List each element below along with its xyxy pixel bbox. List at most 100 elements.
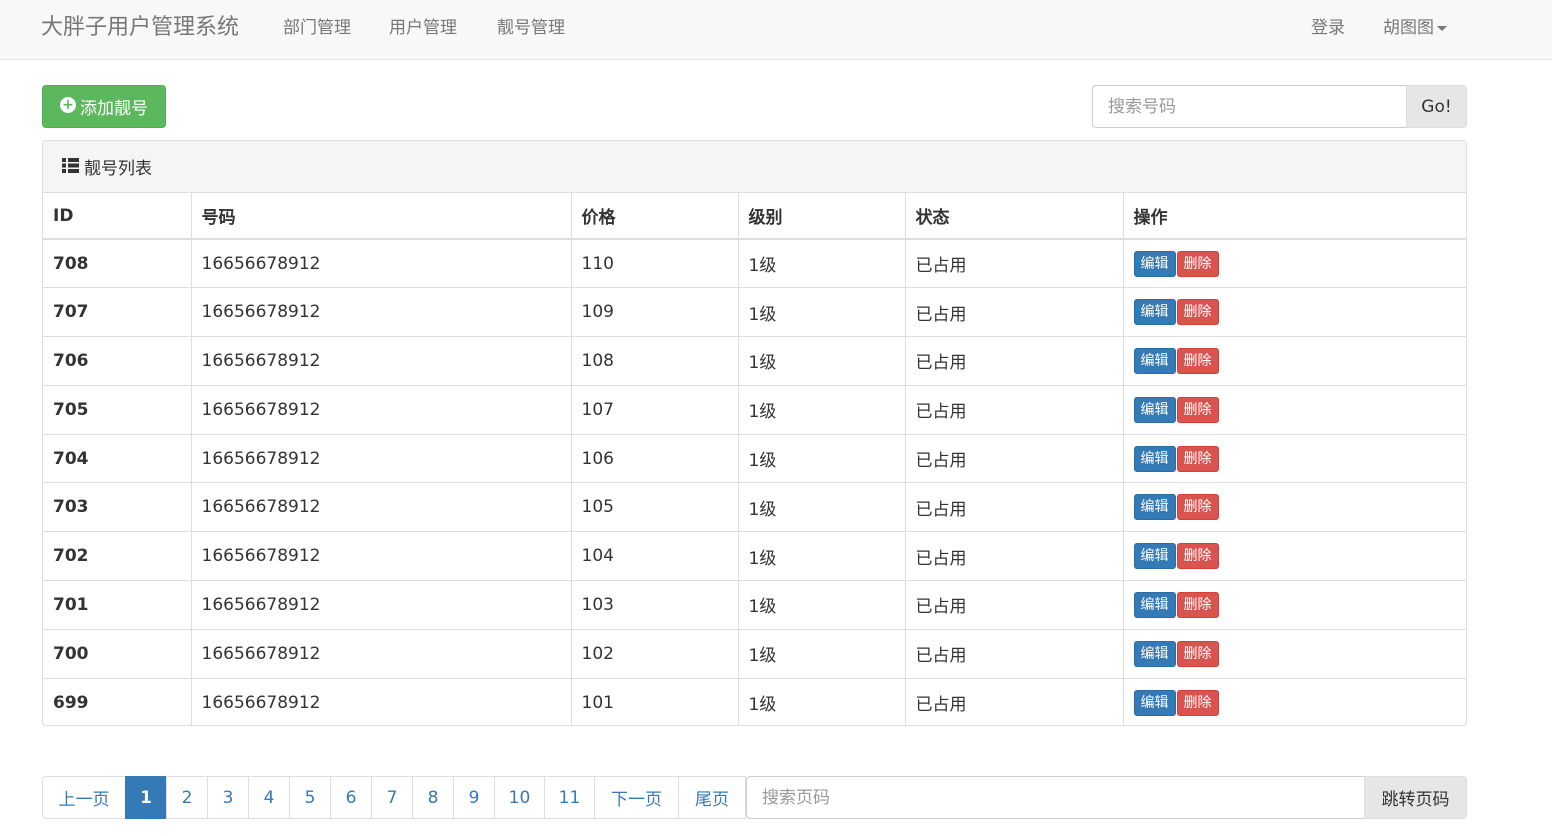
page-number-8[interactable]: 8 bbox=[412, 776, 454, 819]
user-dropdown[interactable]: 胡图图 bbox=[1383, 17, 1447, 39]
row-id: 699 bbox=[43, 677, 192, 725]
nav-link-pretty-numbers[interactable]: 靓号管理 bbox=[497, 17, 565, 39]
page-number-6[interactable]: 6 bbox=[330, 776, 372, 819]
row-actions: 编辑 删除 bbox=[1123, 287, 1466, 337]
delete-button[interactable]: 删除 bbox=[1176, 689, 1219, 716]
page-number-9[interactable]: 9 bbox=[453, 776, 495, 819]
caret-down-icon bbox=[1437, 25, 1447, 31]
prev-page-button[interactable]: 上一页 bbox=[42, 776, 126, 819]
nav-link-department[interactable]: 部门管理 bbox=[283, 17, 351, 39]
page-number-1[interactable]: 1 bbox=[125, 776, 167, 819]
row-id: 705 bbox=[43, 384, 192, 435]
panel-heading: 靓号列表 bbox=[43, 141, 1466, 193]
row-price: 108 bbox=[571, 336, 739, 386]
column-header-mobile: 号码 bbox=[191, 193, 572, 240]
edit-button[interactable]: 编辑 bbox=[1133, 299, 1176, 326]
row-mobile: 16656678912 bbox=[191, 336, 572, 386]
add-number-button[interactable]: + 添加靓号 bbox=[42, 85, 166, 128]
table-header-row: ID 号码 价格 级别 状态 操作 bbox=[43, 193, 1466, 240]
row-price: 106 bbox=[571, 433, 739, 483]
add-number-label: 添加靓号 bbox=[80, 99, 148, 119]
row-actions: 编辑 删除 bbox=[1123, 336, 1466, 386]
page-number-5[interactable]: 5 bbox=[289, 776, 331, 819]
column-header-id: ID bbox=[43, 193, 192, 240]
next-page-button[interactable]: 下一页 bbox=[594, 776, 679, 819]
table-row: 706 16656678912 108 1级 已占用 编辑 删除 bbox=[43, 336, 1466, 386]
table-row: 705 16656678912 107 1级 已占用 编辑 删除 bbox=[43, 384, 1466, 435]
row-id: 702 bbox=[43, 531, 192, 581]
row-status: 已占用 bbox=[905, 384, 1124, 435]
jump-page-button[interactable]: 跳转页码 bbox=[1364, 776, 1467, 819]
row-status: 已占用 bbox=[905, 433, 1124, 483]
delete-button[interactable]: 删除 bbox=[1176, 445, 1219, 472]
search-input[interactable] bbox=[1092, 85, 1408, 128]
column-header-status: 状态 bbox=[905, 193, 1124, 240]
edit-button[interactable]: 编辑 bbox=[1133, 445, 1176, 472]
page-number-2[interactable]: 2 bbox=[166, 776, 208, 819]
edit-button[interactable]: 编辑 bbox=[1133, 250, 1176, 277]
row-mobile: 16656678912 bbox=[191, 531, 572, 581]
row-status: 已占用 bbox=[905, 677, 1124, 725]
edit-button[interactable]: 编辑 bbox=[1133, 396, 1176, 423]
row-actions: 编辑 删除 bbox=[1123, 628, 1466, 679]
delete-button[interactable]: 删除 bbox=[1176, 396, 1219, 423]
row-status: 已占用 bbox=[905, 336, 1124, 386]
table-row: 707 16656678912 109 1级 已占用 编辑 删除 bbox=[43, 287, 1466, 337]
row-status: 已占用 bbox=[905, 482, 1124, 532]
page-number-3[interactable]: 3 bbox=[207, 776, 249, 819]
delete-button[interactable]: 删除 bbox=[1176, 591, 1219, 618]
page-number-10[interactable]: 10 bbox=[494, 776, 545, 819]
edit-button[interactable]: 编辑 bbox=[1133, 494, 1176, 521]
table-row: 700 16656678912 102 1级 已占用 编辑 删除 bbox=[43, 628, 1466, 679]
row-status: 已占用 bbox=[905, 580, 1124, 630]
nav-link-users[interactable]: 用户管理 bbox=[389, 17, 457, 39]
row-id: 708 bbox=[43, 239, 192, 288]
brand-title[interactable]: 大胖子用户管理系统 bbox=[41, 14, 239, 42]
row-level: 1级 bbox=[738, 531, 906, 581]
row-price: 104 bbox=[571, 531, 739, 581]
row-actions: 编辑 删除 bbox=[1123, 433, 1466, 483]
delete-button[interactable]: 删除 bbox=[1176, 250, 1219, 277]
page-number-7[interactable]: 7 bbox=[371, 776, 413, 819]
page-number-4[interactable]: 4 bbox=[248, 776, 290, 819]
row-level: 1级 bbox=[738, 384, 906, 435]
row-price: 105 bbox=[571, 482, 739, 532]
delete-button[interactable]: 删除 bbox=[1176, 494, 1219, 521]
row-level: 1级 bbox=[738, 677, 906, 725]
last-page-button[interactable]: 尾页 bbox=[678, 776, 746, 819]
table-row: 708 16656678912 110 1级 已占用 编辑 删除 bbox=[43, 239, 1466, 288]
row-actions: 编辑 删除 bbox=[1123, 239, 1466, 288]
column-header-price: 价格 bbox=[571, 193, 739, 240]
user-name: 胡图图 bbox=[1383, 18, 1434, 38]
delete-button[interactable]: 删除 bbox=[1176, 640, 1219, 667]
row-price: 109 bbox=[571, 287, 739, 337]
page-number-11[interactable]: 11 bbox=[544, 776, 595, 819]
row-level: 1级 bbox=[738, 433, 906, 483]
delete-button[interactable]: 删除 bbox=[1176, 299, 1219, 326]
delete-button[interactable]: 删除 bbox=[1176, 347, 1219, 374]
number-list-panel: 靓号列表 ID 号码 价格 级别 状态 操作 708 16656678912 110… bbox=[42, 140, 1467, 726]
row-id: 703 bbox=[43, 482, 192, 532]
row-level: 1级 bbox=[738, 580, 906, 630]
top-navbar: 大胖子用户管理系统 部门管理 用户管理 靓号管理 登录 胡图图 bbox=[0, 0, 1552, 60]
edit-button[interactable]: 编辑 bbox=[1133, 543, 1176, 570]
row-status: 已占用 bbox=[905, 287, 1124, 337]
edit-button[interactable]: 编辑 bbox=[1133, 591, 1176, 618]
row-mobile: 16656678912 bbox=[191, 433, 572, 483]
list-icon bbox=[62, 157, 79, 173]
row-price: 110 bbox=[571, 239, 739, 288]
delete-button[interactable]: 删除 bbox=[1176, 543, 1219, 570]
edit-button[interactable]: 编辑 bbox=[1133, 347, 1176, 374]
row-mobile: 16656678912 bbox=[191, 580, 572, 630]
edit-button[interactable]: 编辑 bbox=[1133, 689, 1176, 716]
nav-link-login[interactable]: 登录 bbox=[1311, 17, 1345, 39]
row-price: 102 bbox=[571, 628, 739, 679]
table-row: 703 16656678912 105 1级 已占用 编辑 删除 bbox=[43, 482, 1466, 532]
row-mobile: 16656678912 bbox=[191, 239, 572, 288]
page-search-input[interactable] bbox=[746, 776, 1366, 819]
row-status: 已占用 bbox=[905, 239, 1124, 288]
column-header-level: 级别 bbox=[738, 193, 906, 240]
edit-button[interactable]: 编辑 bbox=[1133, 640, 1176, 667]
row-status: 已占用 bbox=[905, 628, 1124, 679]
search-go-button[interactable]: Go! bbox=[1406, 85, 1467, 128]
